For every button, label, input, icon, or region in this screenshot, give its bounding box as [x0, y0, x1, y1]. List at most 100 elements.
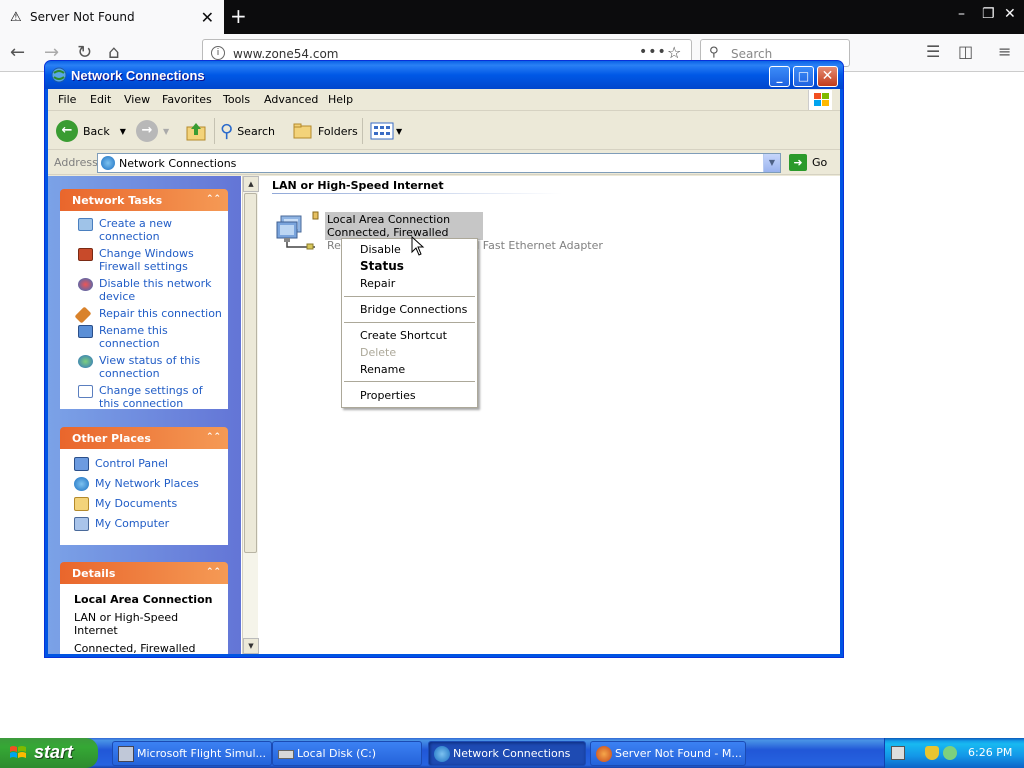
search-magnifier-icon: ⚲: [220, 120, 234, 142]
ctx-delete: Delete: [360, 346, 397, 359]
ctx-disable[interactable]: Disable: [360, 243, 401, 256]
address-input[interactable]: Network Connections ▼: [97, 153, 781, 173]
ctx-status[interactable]: Status: [360, 259, 404, 273]
task-create-connection[interactable]: Create a new connection: [74, 217, 222, 243]
ctx-rename[interactable]: Rename: [360, 363, 405, 376]
ctx-repair[interactable]: Repair: [360, 277, 395, 290]
hamburger-menu-icon[interactable]: ≡: [998, 42, 1011, 61]
collapse-chevron-icon[interactable]: ⌃⌃: [206, 565, 221, 579]
task-disable-device[interactable]: Disable this network device: [74, 277, 222, 303]
task-change-settings[interactable]: Change settings of this connection: [74, 384, 222, 409]
ctx-properties[interactable]: Properties: [360, 389, 416, 402]
maximize-button[interactable]: □: [793, 66, 814, 87]
minimize-icon[interactable]: –: [958, 6, 965, 22]
search-placeholder: Search: [731, 47, 773, 61]
my-documents-icon: [74, 497, 89, 511]
scroll-down-icon[interactable]: ▼: [243, 638, 259, 654]
menu-edit[interactable]: Edit: [90, 93, 111, 106]
place-computer-label: My Computer: [95, 517, 170, 530]
taskbar-item-local-disk[interactable]: Local Disk (C:): [272, 741, 422, 766]
new-tab-icon[interactable]: +: [230, 4, 247, 28]
browser-tab-strip: ⚠ Server Not Found ✕ + – ❐ ✕: [0, 0, 1024, 34]
restore-icon[interactable]: ❐: [982, 6, 995, 22]
menu-help[interactable]: Help: [328, 93, 353, 106]
network-globe-icon: [101, 156, 115, 170]
address-dropdown-icon[interactable]: ▼: [763, 154, 780, 172]
menu-favorites[interactable]: Favorites: [162, 93, 212, 106]
ctx-bridge[interactable]: Bridge Connections: [360, 303, 467, 316]
place-control-panel[interactable]: Control Panel: [74, 457, 222, 477]
library-icon[interactable]: ☰: [926, 42, 940, 61]
search-button[interactable]: ⚲ Search: [220, 119, 275, 143]
disable-device-icon: [78, 278, 93, 291]
status-icon: [78, 355, 93, 368]
taskbar-item-flight-sim[interactable]: Microsoft Flight Simul...: [112, 741, 272, 766]
other-places-box: Other Places ⌃⌃ Control Panel My Network…: [60, 427, 228, 545]
menu-file[interactable]: File: [58, 93, 76, 106]
taskbar-item-network-connections[interactable]: Network Connections: [428, 741, 586, 766]
place-my-computer[interactable]: My Computer: [74, 517, 222, 537]
folders-button[interactable]: Folders: [292, 119, 358, 143]
taskbar-item-firefox[interactable]: Server Not Found - M...: [590, 741, 746, 766]
sidebar-icon[interactable]: ◫: [958, 42, 973, 61]
connection-item[interactable]: Local Area Connection Connected, Firewal…: [327, 213, 450, 239]
start-label: start: [34, 742, 74, 762]
address-label: Address: [54, 156, 98, 169]
other-places-list: Control Panel My Network Places My Docum…: [60, 449, 228, 545]
minimize-button[interactable]: _: [769, 66, 790, 87]
scroll-thumb[interactable]: [244, 193, 257, 553]
control-panel-icon: [74, 457, 89, 471]
browser-tab[interactable]: ⚠ Server Not Found ✕: [0, 0, 224, 34]
collapse-chevron-icon[interactable]: ⌃⌃: [206, 430, 221, 444]
network-tray-icon[interactable]: [943, 746, 957, 760]
start-button[interactable]: start: [0, 738, 98, 768]
keyboard-icon[interactable]: [891, 746, 905, 760]
go-button[interactable]: ➜ Go: [789, 154, 827, 171]
windows-flag-icon: [10, 746, 26, 758]
page-actions-icon[interactable]: •••: [639, 44, 667, 60]
menu-view[interactable]: View: [124, 93, 150, 106]
collapse-chevron-icon[interactable]: ⌃⌃: [206, 192, 221, 206]
place-my-documents[interactable]: My Documents: [74, 497, 222, 517]
network-tasks-header[interactable]: Network Tasks ⌃⌃: [60, 189, 228, 211]
scroll-up-icon[interactable]: ▲: [243, 176, 259, 192]
task-firewall-settings[interactable]: Change Windows Firewall settings: [74, 247, 222, 273]
details-header[interactable]: Details ⌃⌃: [60, 562, 228, 584]
forward-icon: →: [136, 120, 158, 142]
views-dropdown-icon[interactable]: ▼: [396, 127, 402, 136]
lan-connection-icon[interactable]: [275, 210, 319, 250]
task-view-status[interactable]: View status of this connection: [74, 354, 222, 380]
info-icon[interactable]: i: [211, 46, 225, 60]
forward-button[interactable]: → ▼: [136, 119, 169, 143]
windows-logo-icon: [808, 90, 832, 110]
up-folder-button[interactable]: [185, 119, 207, 143]
back-button[interactable]: ← Back ▼: [56, 119, 126, 143]
connection-name: Local Area Connection: [327, 213, 451, 226]
close-tab-icon[interactable]: ✕: [201, 8, 214, 27]
task-repair-connection[interactable]: Repair this connection: [74, 306, 222, 324]
menu-advanced[interactable]: Advanced: [264, 93, 318, 106]
menu-tools[interactable]: Tools: [223, 93, 250, 106]
close-button[interactable]: ✕: [817, 66, 838, 87]
taskbar-label: Local Disk (C:): [297, 747, 377, 760]
back-arrow-icon[interactable]: ←: [10, 42, 25, 63]
search-label: Search: [237, 124, 275, 138]
network-connections-icon: [51, 67, 67, 83]
folders-label: Folders: [318, 124, 358, 138]
window-titlebar[interactable]: Network Connections _ □ ✕: [45, 61, 843, 89]
close-window-icon[interactable]: ✕: [1004, 6, 1016, 22]
ctx-create-shortcut[interactable]: Create Shortcut: [360, 329, 447, 342]
place-control-panel-label: Control Panel: [95, 457, 168, 470]
views-button[interactable]: ▼: [370, 119, 402, 143]
place-network-places[interactable]: My Network Places: [74, 477, 222, 497]
task-pane-scrollbar[interactable]: ▲ ▼: [242, 176, 259, 654]
new-connection-icon: [78, 218, 93, 231]
forward-dropdown-icon[interactable]: ▼: [163, 127, 169, 136]
context-menu: Disable Status Repair Bridge Connections…: [341, 238, 478, 408]
task-rename-connection[interactable]: Rename this connection: [74, 324, 222, 350]
security-shield-icon[interactable]: [925, 746, 939, 760]
ctx-separator: [344, 296, 475, 297]
address-bar: Address Network Connections ▼ ➜ Go: [48, 151, 840, 175]
back-dropdown-icon[interactable]: ▼: [120, 127, 126, 136]
other-places-header[interactable]: Other Places ⌃⌃: [60, 427, 228, 449]
